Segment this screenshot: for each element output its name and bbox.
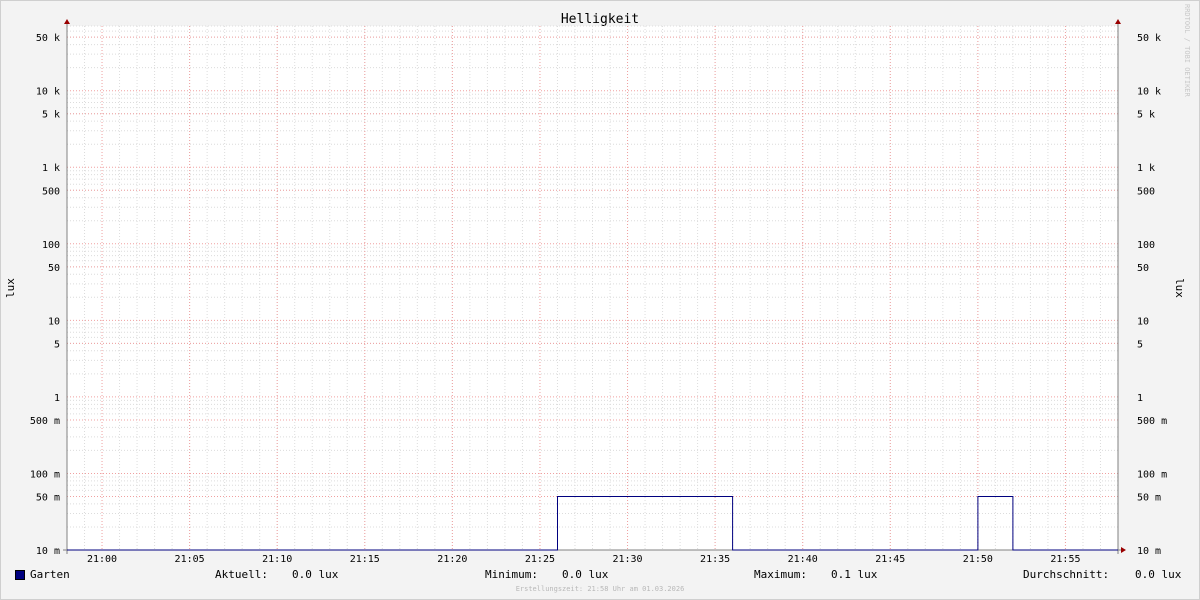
x-tick-label: 21:50 bbox=[963, 554, 993, 565]
x-axis-arrow bbox=[1121, 547, 1126, 553]
y-tick-label-left: 1 bbox=[54, 393, 60, 404]
y-tick-label-right: 10 k bbox=[1137, 87, 1161, 98]
y-tick-label-left: 500 bbox=[42, 186, 60, 197]
chart-title: Helligkeit bbox=[561, 12, 639, 27]
x-tick-label: 21:20 bbox=[437, 554, 467, 565]
y-axis-label-right: lux bbox=[1173, 278, 1186, 298]
y-tick-label-left: 10 m bbox=[36, 546, 60, 557]
x-tick-label: 21:05 bbox=[175, 554, 205, 565]
creation-time-footer: Erstellungszeit: 21:58 Uhr am 01.03.2026 bbox=[515, 585, 685, 593]
y-axis-right-arrow bbox=[1115, 19, 1121, 24]
y-tick-label-left: 500 m bbox=[30, 416, 60, 427]
y-tick-label-right: 50 k bbox=[1137, 33, 1161, 44]
y-tick-label-right: 50 m bbox=[1137, 492, 1161, 503]
x-tick-label: 21:10 bbox=[262, 554, 292, 565]
x-tick-label: 21:30 bbox=[612, 554, 642, 565]
x-tick-label: 21:55 bbox=[1050, 554, 1080, 565]
y-tick-label-right: 500 bbox=[1137, 186, 1155, 197]
x-tick-label: 21:00 bbox=[87, 554, 117, 565]
x-tick-label: 21:15 bbox=[350, 554, 380, 565]
y-tick-label-right: 1 bbox=[1137, 393, 1143, 404]
y-tick-label-right: 50 bbox=[1137, 263, 1149, 274]
y-tick-label-right: 100 bbox=[1137, 240, 1155, 251]
y-tick-label-right: 5 bbox=[1137, 339, 1143, 350]
brightness-chart: Helligkeit 21:00 21:05 21:10 21:15 21:20 21:2… bbox=[4, 12, 1186, 565]
legend-current-label: Aktuell: bbox=[215, 568, 268, 581]
x-tick-label: 21:45 bbox=[875, 554, 905, 565]
y-tick-label-right: 10 m bbox=[1137, 546, 1161, 557]
rrdtool-watermark: RRDTOOL / TOBI OETIKER bbox=[1183, 4, 1191, 97]
legend-max-value: 0.1 lux bbox=[831, 568, 878, 581]
y-axis-left-arrow bbox=[64, 19, 70, 24]
y-tick-label-left: 100 bbox=[42, 240, 60, 251]
y-tick-label-right: 5 k bbox=[1137, 110, 1155, 121]
legend: Garten Aktuell: 0.0 lux Minimum: 0.0 lux… bbox=[0, 568, 1200, 584]
y-tick-label-left: 1 k bbox=[42, 163, 60, 174]
legend-min-label: Minimum: bbox=[485, 568, 538, 581]
legend-max-label: Maximum: bbox=[754, 568, 807, 581]
y-tick-label-right: 100 m bbox=[1137, 469, 1167, 480]
y-tick-label-left: 50 m bbox=[36, 492, 60, 503]
y-tick-label-right: 10 bbox=[1137, 316, 1149, 327]
y-tick-label-left: 10 k bbox=[36, 87, 60, 98]
x-tick-label: 21:25 bbox=[525, 554, 555, 565]
y-tick-label-right: 500 m bbox=[1137, 416, 1167, 427]
x-tick-label: 21:40 bbox=[788, 554, 818, 565]
legend-min-value: 0.0 lux bbox=[562, 568, 609, 581]
y-axis-label-left: lux bbox=[4, 278, 17, 298]
y-tick-label-left: 5 k bbox=[42, 110, 60, 121]
legend-current-value: 0.0 lux bbox=[292, 568, 339, 581]
legend-avg-label: Durchschnitt: bbox=[1023, 568, 1110, 581]
legend-series-name: Garten bbox=[30, 568, 70, 581]
y-tick-label-left: 100 m bbox=[30, 469, 60, 480]
y-tick-label-left: 50 bbox=[48, 263, 60, 274]
y-tick-label-left: 50 k bbox=[36, 33, 60, 44]
y-tick-label-left: 10 bbox=[48, 316, 60, 327]
legend-avg-value: 0.0 lux bbox=[1135, 568, 1182, 581]
y-tick-label-left: 5 bbox=[54, 339, 60, 350]
y-tick-label-right: 1 k bbox=[1137, 163, 1155, 174]
x-tick-label: 21:35 bbox=[700, 554, 730, 565]
